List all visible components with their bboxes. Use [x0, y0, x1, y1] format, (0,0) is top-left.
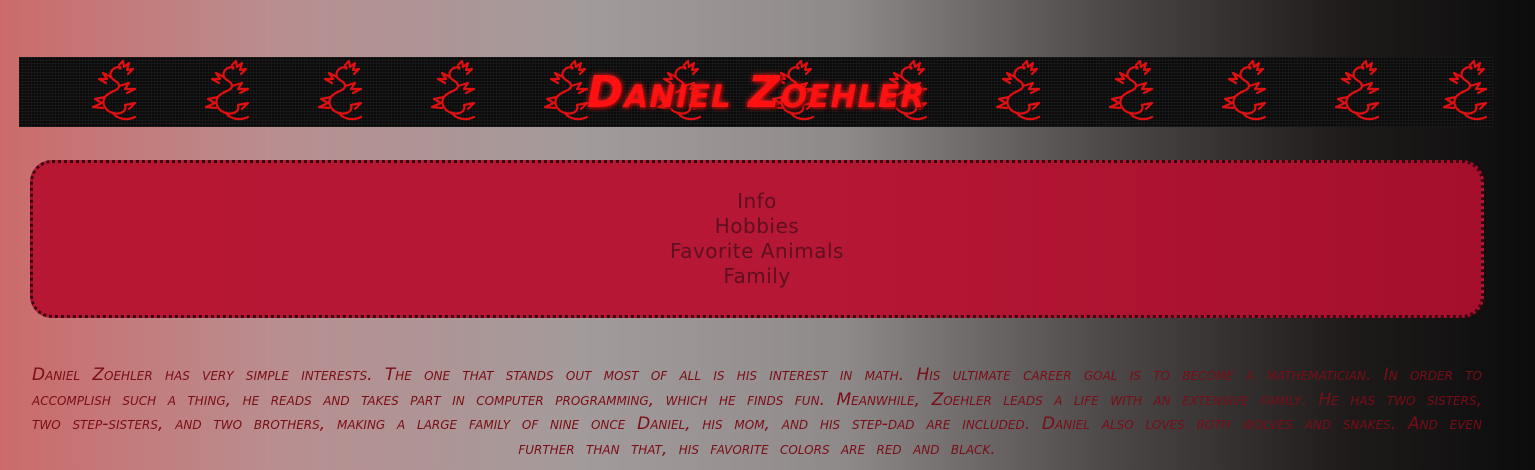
nav-link-info[interactable]: Info: [737, 189, 777, 214]
nav-link-hobbies[interactable]: Hobbies: [715, 214, 799, 239]
nav-link-favorite-animals[interactable]: Favorite Animals: [670, 239, 844, 264]
page-title: Daniel Zoehler: [586, 66, 926, 118]
header-banner: Daniel Zoehler: [19, 57, 1493, 127]
nav-link-family[interactable]: Family: [723, 264, 790, 289]
nav-menu: Info Hobbies Favorite Animals Family: [30, 160, 1484, 318]
bio-paragraph: Daniel Zoehler has very simple interests…: [32, 365, 1482, 459]
